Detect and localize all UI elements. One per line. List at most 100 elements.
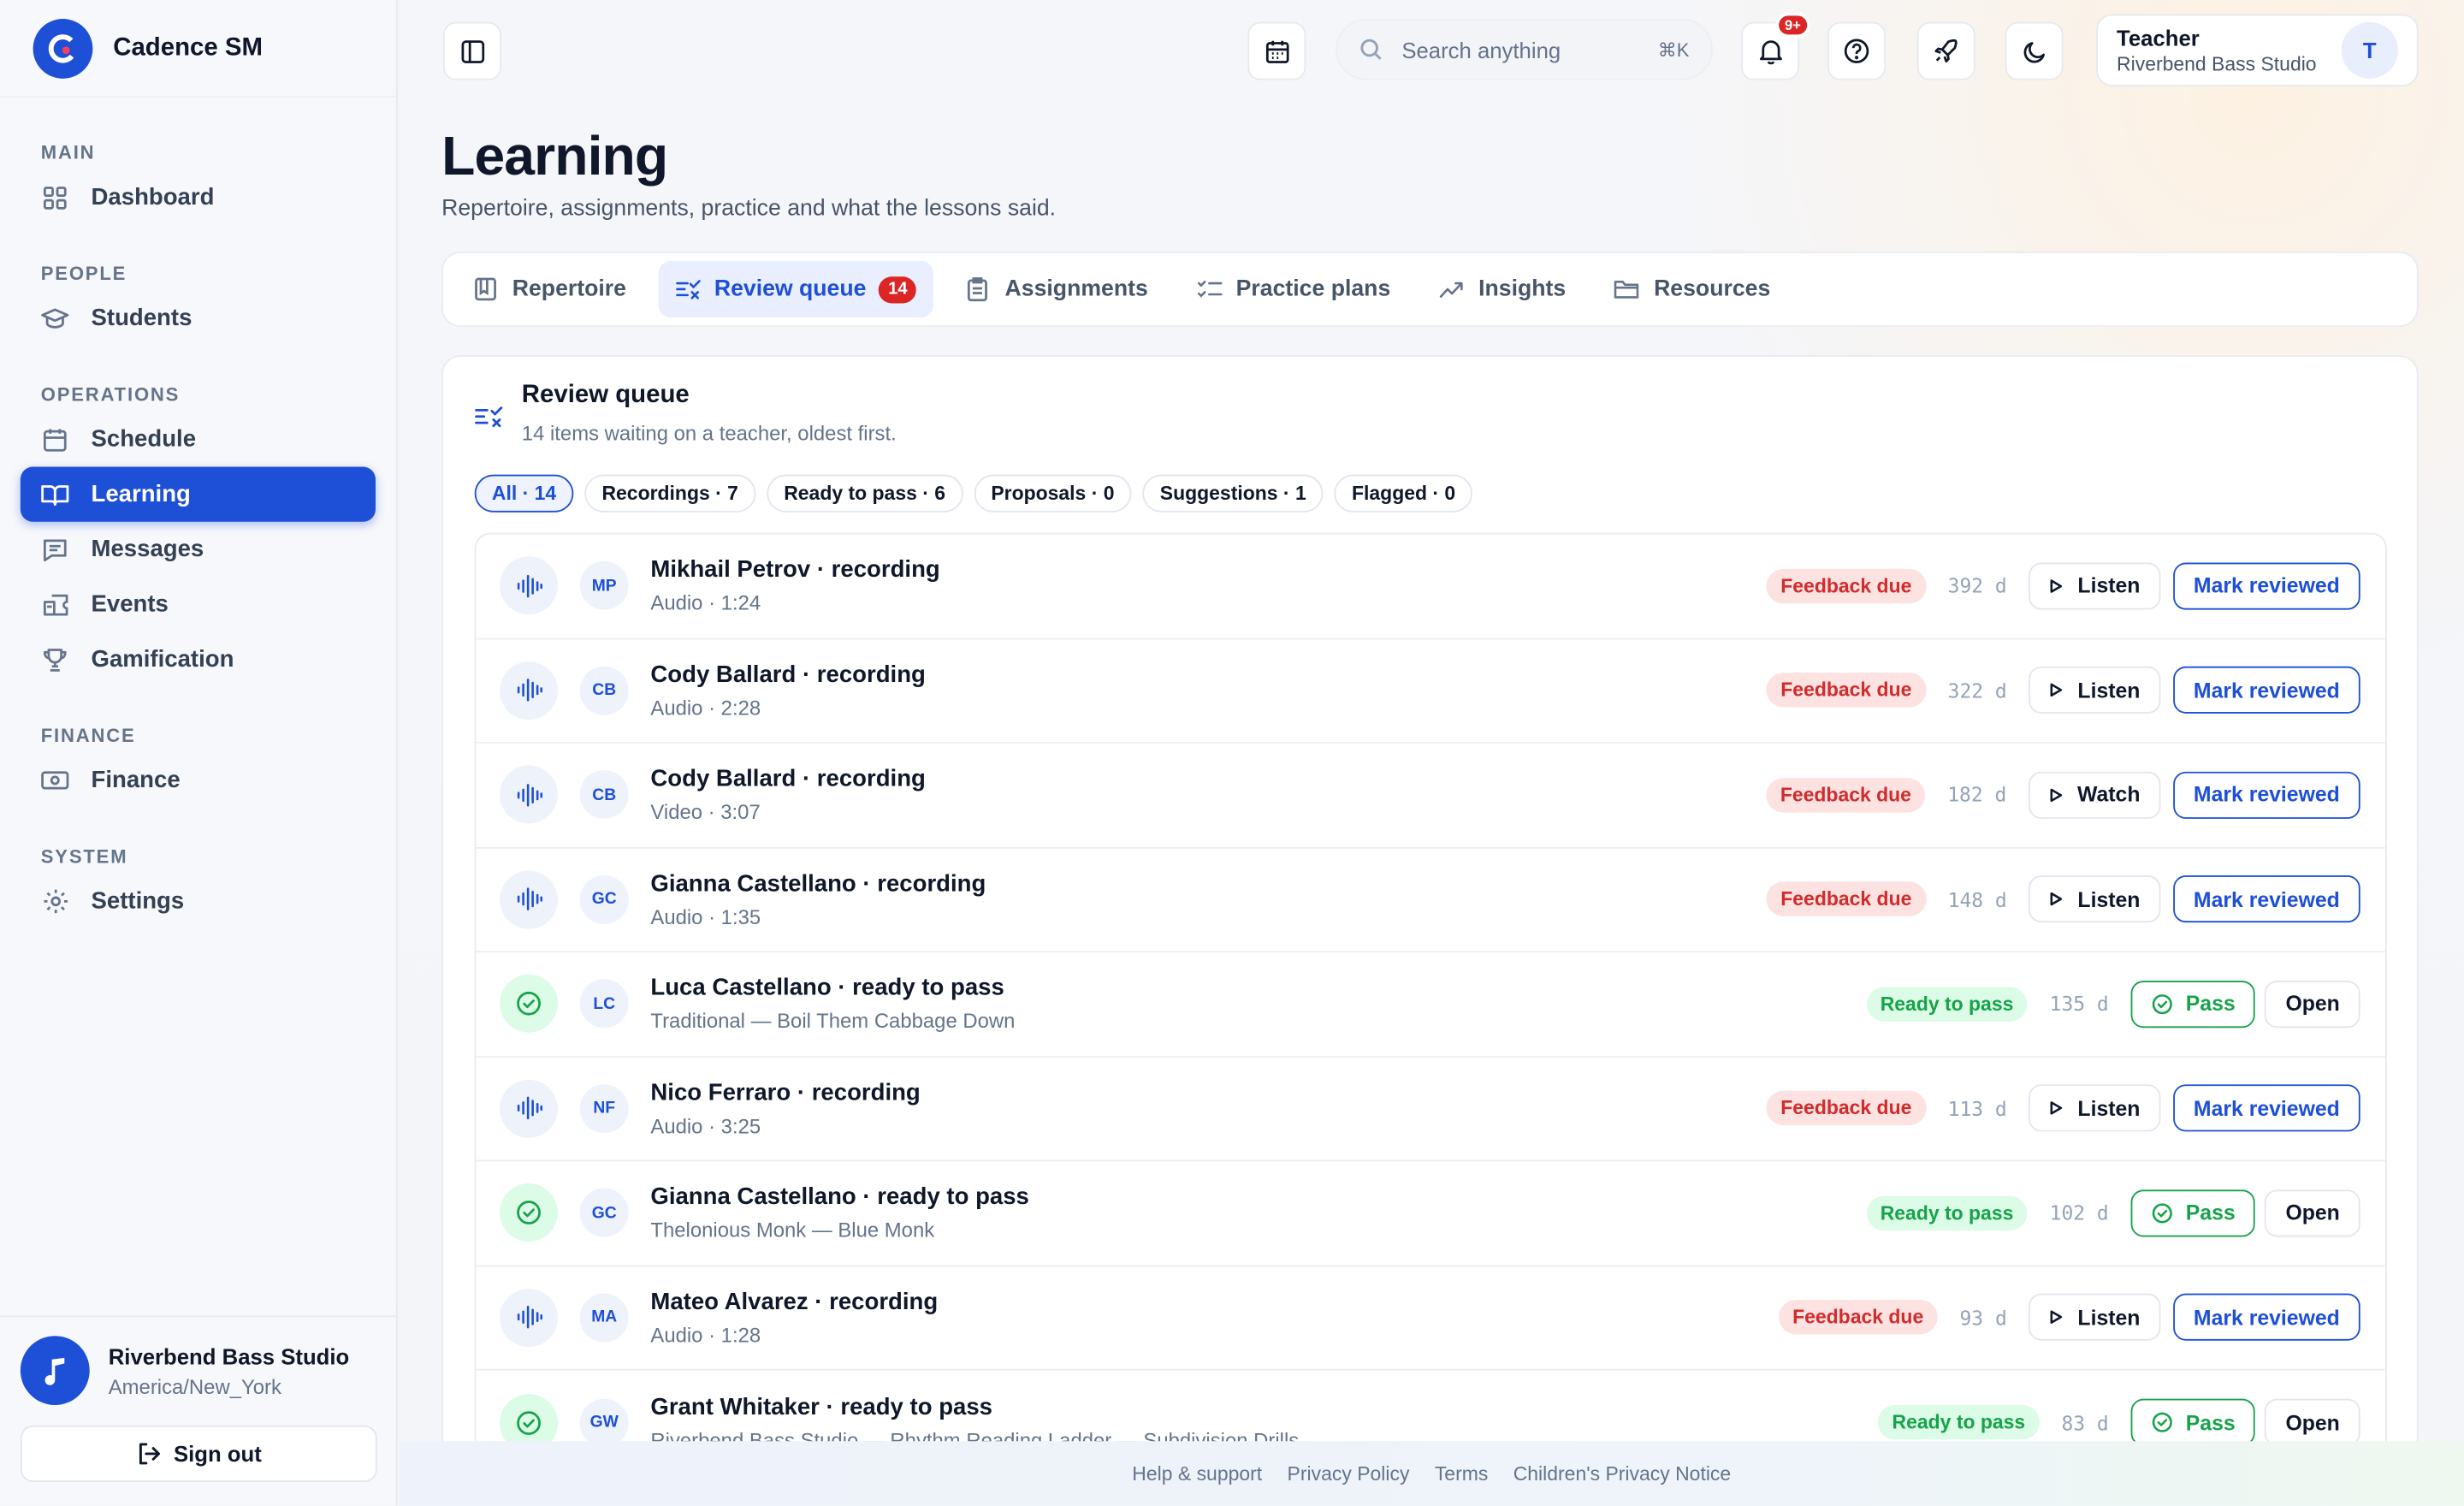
sidebar-item-label: Events	[91, 590, 169, 618]
pass-button[interactable]: Pass	[2130, 1189, 2256, 1237]
sidebar-item-schedule[interactable]: Schedule	[21, 412, 376, 466]
sidebar-item-learning[interactable]: Learning	[20, 466, 376, 522]
filter-flagged[interactable]: Flagged · 0	[1334, 474, 1473, 513]
sidebar-item-events[interactable]: Events	[21, 577, 376, 631]
nav-section-system: SYSTEM	[40, 845, 128, 868]
user-menu[interactable]: Teacher Riverbend Bass Studio T	[2096, 14, 2419, 87]
table-row[interactable]: MP Mikhail Petrov · recording Audio · 1:24…	[476, 534, 2386, 639]
listen-button[interactable]: Listen	[2029, 1294, 2161, 1342]
row-detail: Thelonious Monk — Blue Monk	[650, 1218, 935, 1242]
mark-reviewed-button[interactable]: Mark reviewed	[2173, 1084, 2360, 1132]
listen-button[interactable]: Listen	[2029, 1084, 2161, 1132]
avatar: GC	[579, 1189, 629, 1237]
table-row[interactable]: MA Mateo Alvarez · recording Audio · 1:28 F…	[476, 1266, 2386, 1371]
tab-assignments[interactable]: Assignments	[948, 261, 1165, 317]
filter-recordings[interactable]: Recordings · 7	[584, 474, 756, 513]
footer-link-terms[interactable]: Terms	[1435, 1462, 1489, 1485]
sidebar-item-students[interactable]: Students	[21, 291, 376, 346]
filter-proposals[interactable]: Proposals · 0	[974, 474, 1132, 513]
help-button[interactable]	[1827, 21, 1886, 80]
main: Search anything ⌘K 9+ Teacher Riverbend …	[399, 0, 2464, 1506]
age-label: 392 d	[1947, 573, 2007, 598]
play-icon	[2049, 1100, 2077, 1116]
footer-link-privacy[interactable]: Privacy Policy	[1288, 1462, 1410, 1485]
studio-card[interactable]: Riverbend Bass Studio America/New_York	[20, 1336, 377, 1406]
sidebar-item-finance[interactable]: Finance	[21, 753, 376, 808]
mark-reviewed-button[interactable]: Mark reviewed	[2173, 875, 2360, 923]
mark-reviewed-button[interactable]: Mark reviewed	[2173, 562, 2360, 610]
toggle-sidebar-button[interactable]	[442, 21, 501, 80]
table-row[interactable]: GC Gianna Castellano · ready to pass Thelo…	[476, 1161, 2386, 1266]
search-placeholder: Search anything	[1401, 37, 1561, 62]
help-icon	[1844, 39, 1869, 63]
listen-button[interactable]: Listen	[2029, 667, 2161, 714]
sidebar-item-dashboard[interactable]: Dashboard	[21, 169, 376, 224]
watch-button[interactable]: Watch	[2029, 771, 2161, 819]
tab-insights[interactable]: Insights	[1422, 261, 1583, 317]
row-title: Grant Whitaker · ready to pass	[650, 1393, 992, 1420]
avatar: CB	[579, 770, 629, 820]
sidebar-item-gamification[interactable]: Gamification	[21, 631, 376, 686]
table-row[interactable]: CB Cody Ballard · recording Video · 3:07 Fe…	[476, 744, 2386, 848]
table-row[interactable]: NF Nico Ferraro · recording Audio · 3:25 Fe…	[476, 1057, 2386, 1162]
mark-reviewed-button[interactable]: Mark reviewed	[2173, 1294, 2360, 1342]
page-subtitle: Repertoire, assignments, practice and wh…	[441, 196, 1057, 222]
filter-all[interactable]: All · 14	[474, 474, 574, 513]
message-icon	[41, 535, 69, 563]
sidebar-footer: Riverbend Bass Studio America/New_York S…	[0, 1315, 398, 1505]
button-label: Pass	[2185, 1410, 2236, 1435]
sidebar-item-settings[interactable]: Settings	[21, 874, 376, 928]
tab-repertoire[interactable]: Repertoire	[456, 261, 644, 317]
mark-reviewed-button[interactable]: Mark reviewed	[2173, 667, 2360, 714]
table-row[interactable]: CB Cody Ballard · recording Audio · 2:28 Fe…	[476, 639, 2386, 744]
calendar-icon	[41, 425, 69, 454]
tab-label: Practice plans	[1235, 276, 1391, 302]
music-note-icon	[20, 1336, 90, 1406]
open-button[interactable]: Open	[2265, 1189, 2360, 1237]
nav-section-people: PEOPLE	[40, 262, 127, 285]
play-icon	[2049, 578, 2077, 593]
trophy-icon	[41, 645, 69, 673]
listen-button[interactable]: Listen	[2029, 562, 2161, 610]
tab-resources[interactable]: Resources	[1597, 261, 1788, 317]
open-button[interactable]: Open	[2265, 980, 2360, 1028]
tab-review-queue[interactable]: Review queue 14	[657, 260, 934, 318]
age-label: 83 d	[2061, 1410, 2109, 1435]
avatar: NF	[579, 1083, 629, 1133]
launch-button[interactable]	[1916, 21, 1975, 80]
pass-button[interactable]: Pass	[2130, 1399, 2256, 1447]
search-input[interactable]: Search anything ⌘K	[1336, 19, 1714, 80]
button-label: Watch	[2077, 783, 2141, 807]
table-row[interactable]: LC Luca Castellano · ready to pass Traditi…	[476, 952, 2386, 1058]
open-button[interactable]: Open	[2265, 1399, 2360, 1447]
footer-link-help[interactable]: Help & support	[1132, 1462, 1262, 1485]
mark-reviewed-button[interactable]: Mark reviewed	[2173, 771, 2360, 819]
notifications-button[interactable]: 9+	[1741, 12, 1810, 80]
calendar-button[interactable]	[1247, 21, 1306, 80]
listen-button[interactable]: Listen	[2029, 875, 2161, 923]
row-detail: Audio · 1:28	[650, 1323, 761, 1347]
table-row[interactable]: GC Gianna Castellano · recording Audio · 1…	[476, 848, 2386, 953]
row-title: Gianna Castellano · ready to pass	[650, 1183, 1029, 1211]
sign-out-button[interactable]: Sign out	[20, 1425, 377, 1483]
status-badge: Ready to pass	[1878, 1405, 2040, 1440]
status-badge: Feedback due	[1766, 881, 1926, 917]
tab-practice-plans[interactable]: Practice plans	[1180, 261, 1408, 317]
audio-wave-icon	[500, 870, 559, 929]
pass-button[interactable]: Pass	[2130, 980, 2256, 1028]
button-label: Listen	[2077, 573, 2141, 598]
review-queue-subtitle: 14 items waiting on a teacher, oldest fi…	[521, 421, 897, 445]
brand-name: Cadence SM	[113, 33, 263, 61]
sidebar-item-label: Dashboard	[91, 183, 215, 211]
row-title: Gianna Castellano · recording	[650, 870, 986, 898]
brand[interactable]: Cadence SM	[0, 0, 396, 98]
sidebar-item-messages[interactable]: Messages	[21, 522, 376, 577]
theme-toggle-button[interactable]	[2005, 21, 2064, 80]
filter-suggestions[interactable]: Suggestions · 1	[1142, 474, 1324, 513]
filter-ready-to-pass[interactable]: Ready to pass · 6	[766, 474, 963, 513]
footer-link-childrens-privacy[interactable]: Children's Privacy Notice	[1513, 1462, 1731, 1485]
status-badge: Ready to pass	[1866, 1195, 2028, 1230]
tab-label: Repertoire	[512, 276, 626, 302]
nav-section-finance: FINANCE	[40, 724, 136, 747]
sign-out-label: Sign out	[173, 1441, 262, 1467]
